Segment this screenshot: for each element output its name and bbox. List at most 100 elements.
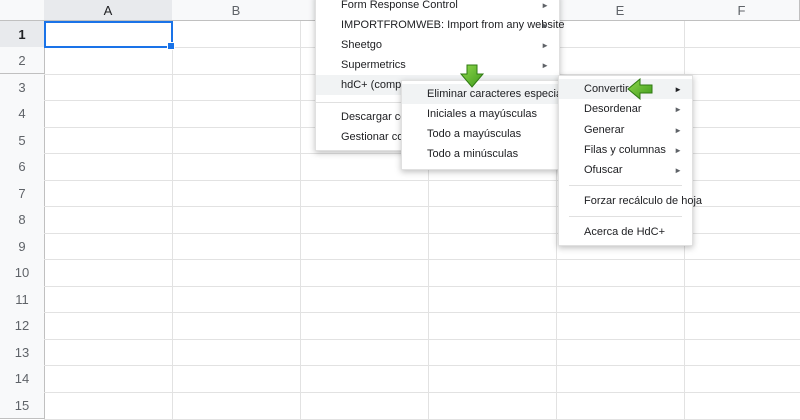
menu-item-filas-columnas[interactable]: Filas y columnas ►	[559, 140, 692, 160]
row-header-4[interactable]: 4	[0, 100, 45, 128]
grid-cell[interactable]	[44, 286, 173, 313]
grid-cell[interactable]	[684, 233, 800, 260]
menu-item-form-response-control[interactable]: Form Response Control ►	[316, 0, 559, 15]
grid-cell[interactable]	[172, 47, 301, 75]
row-header-6[interactable]: 6	[0, 153, 45, 181]
grid-cell[interactable]	[172, 127, 301, 154]
grid-cell[interactable]	[300, 312, 429, 340]
grid-cell[interactable]	[44, 180, 173, 207]
grid-cell[interactable]	[172, 392, 301, 420]
grid-cell[interactable]	[44, 365, 173, 393]
column-header-b[interactable]: B	[172, 0, 301, 21]
grid-cell[interactable]	[44, 153, 173, 181]
grid-cell[interactable]	[44, 259, 173, 287]
grid-cell[interactable]	[684, 74, 800, 101]
column-header-a[interactable]: A	[44, 0, 173, 21]
grid-cell[interactable]	[684, 286, 800, 313]
grid-cell[interactable]	[44, 312, 173, 340]
grid-cell[interactable]	[684, 153, 800, 181]
grid-cell[interactable]	[172, 286, 301, 313]
menu-item-all-uppercase[interactable]: Todo a mayúsculas	[402, 124, 560, 144]
row-header-1[interactable]: 1	[0, 21, 45, 48]
menu-item-convertir[interactable]: Convertir ►	[559, 79, 692, 99]
grid-cell[interactable]	[44, 206, 173, 234]
grid-cell[interactable]	[428, 365, 557, 393]
grid-cell[interactable]	[172, 365, 301, 393]
fill-handle[interactable]	[167, 42, 175, 50]
row-header-14[interactable]: 14	[0, 365, 45, 393]
grid-cell[interactable]	[172, 74, 301, 101]
grid-cell[interactable]	[556, 286, 685, 313]
row-header-3[interactable]: 3	[0, 74, 45, 101]
grid-cell[interactable]	[684, 339, 800, 366]
grid-cell[interactable]	[684, 206, 800, 234]
grid-cell[interactable]	[300, 286, 429, 313]
menu-item-about-hdc[interactable]: Acerca de HdC+	[559, 222, 692, 242]
grid-cell[interactable]	[556, 365, 685, 393]
menu-item-initial-caps[interactable]: Iniciales a mayúsculas	[402, 104, 560, 124]
row-header-12[interactable]: 12	[0, 312, 45, 340]
grid-cell[interactable]	[300, 233, 429, 260]
grid-cell[interactable]	[44, 74, 173, 101]
select-all-corner[interactable]	[0, 0, 45, 21]
grid-cell[interactable]	[172, 233, 301, 260]
grid-cell[interactable]	[428, 392, 557, 420]
menu-item-generar[interactable]: Generar ►	[559, 120, 692, 140]
selected-cell-a1[interactable]	[44, 21, 175, 50]
column-header-f[interactable]: F	[684, 0, 800, 21]
menu-item-all-lowercase[interactable]: Todo a minúsculas	[402, 144, 560, 164]
grid-cell[interactable]	[172, 100, 301, 128]
row-header-5[interactable]: 5	[0, 127, 45, 154]
grid-cell[interactable]	[172, 21, 301, 48]
grid-cell[interactable]	[684, 392, 800, 420]
row-header-13[interactable]: 13	[0, 339, 45, 366]
menu-item-importfromweb[interactable]: IMPORTFROMWEB: Import from any website ►	[316, 15, 565, 35]
grid-cell[interactable]	[44, 47, 173, 75]
grid-cell[interactable]	[428, 312, 557, 340]
row-header-7[interactable]: 7	[0, 180, 45, 207]
row-header-2[interactable]: 2	[0, 47, 45, 74]
grid-cell[interactable]	[428, 286, 557, 313]
menu-item-ofuscar[interactable]: Ofuscar ►	[559, 160, 692, 180]
row-header-10[interactable]: 10	[0, 259, 45, 287]
grid-cell[interactable]	[428, 206, 557, 234]
grid-cell[interactable]	[684, 312, 800, 340]
grid-cell[interactable]	[684, 47, 800, 75]
grid-cell[interactable]	[556, 47, 685, 75]
menu-item-sheetgo[interactable]: Sheetgo ►	[316, 35, 559, 55]
row-header-9[interactable]: 9	[0, 233, 45, 260]
grid-cell[interactable]	[44, 233, 173, 260]
grid-cell[interactable]	[44, 339, 173, 366]
grid-cell[interactable]	[428, 180, 557, 207]
grid-cell[interactable]	[300, 206, 429, 234]
menu-item-supermetrics[interactable]: Supermetrics ►	[316, 55, 559, 75]
grid-cell[interactable]	[684, 365, 800, 393]
grid-cell[interactable]	[300, 180, 429, 207]
grid-cell[interactable]	[684, 259, 800, 287]
grid-cell[interactable]	[172, 312, 301, 340]
grid-cell[interactable]	[684, 21, 800, 48]
grid-cell[interactable]	[44, 127, 173, 154]
grid-cell[interactable]	[44, 392, 173, 420]
grid-cell[interactable]	[300, 365, 429, 393]
row-header-8[interactable]: 8	[0, 206, 45, 234]
grid-cell[interactable]	[428, 233, 557, 260]
grid-cell[interactable]	[300, 339, 429, 366]
grid-cell[interactable]	[556, 21, 685, 48]
grid-cell[interactable]	[684, 127, 800, 154]
grid-cell[interactable]	[172, 206, 301, 234]
grid-cell[interactable]	[172, 153, 301, 181]
grid-cell[interactable]	[172, 339, 301, 366]
grid-cell[interactable]	[300, 259, 429, 287]
grid-cell[interactable]	[684, 100, 800, 128]
column-header-e[interactable]: E	[556, 0, 685, 21]
grid-cell[interactable]	[44, 100, 173, 128]
grid-cell[interactable]	[428, 259, 557, 287]
grid-cell[interactable]	[556, 259, 685, 287]
menu-item-desordenar[interactable]: Desordenar ►	[559, 99, 692, 119]
grid-cell[interactable]	[556, 312, 685, 340]
grid-cell[interactable]	[300, 392, 429, 420]
row-header-11[interactable]: 11	[0, 286, 45, 313]
grid-cell[interactable]	[556, 392, 685, 420]
grid-cell[interactable]	[556, 339, 685, 366]
